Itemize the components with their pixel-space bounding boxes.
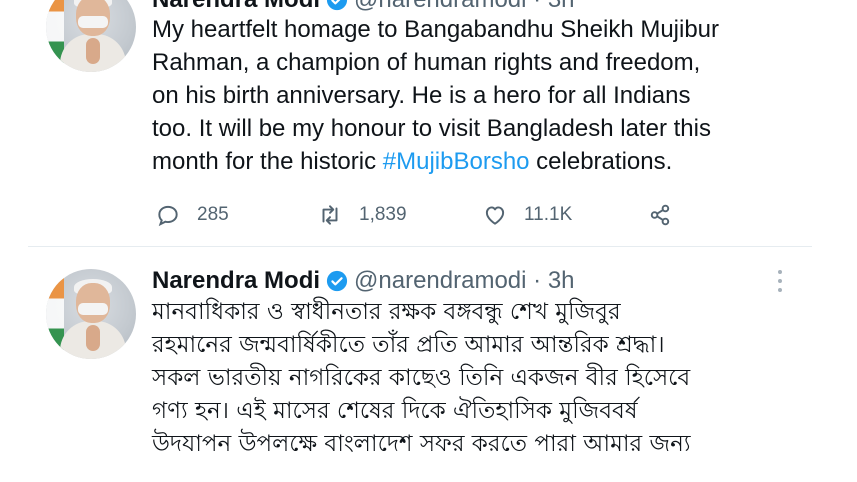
tweet-text-line: month for the historic #MujibBorsho cele… xyxy=(152,145,719,178)
tweet-text-line: সকল ভারতীয় নাগরিকের কাছেও তিনি একজন বীর… xyxy=(152,365,691,391)
verified-badge-icon xyxy=(326,0,348,11)
tweet-text-line: Rahman, a champion of human rights and f… xyxy=(152,49,701,76)
tweet-header: Narendra Modi @narendramodi · 3h xyxy=(152,0,575,14)
author-handle[interactable]: @narendramodi · 3h xyxy=(354,0,574,14)
share-button[interactable] xyxy=(647,202,689,228)
tweet-text-line: on his birth anniversary. He is a hero f… xyxy=(152,82,691,109)
tweet-text-line: too. It will be my honour to visit Bangl… xyxy=(152,115,711,142)
hashtag-link[interactable]: #MujibBorsho xyxy=(383,148,530,175)
like-icon xyxy=(485,206,505,225)
reply-button[interactable]: 285 xyxy=(155,202,229,228)
like-count: 11.1K xyxy=(524,204,573,225)
avatar[interactable] xyxy=(46,269,136,359)
author-handle[interactable]: @narendramodi · 3h xyxy=(354,267,574,295)
tweet-text-fragment: month for the historic xyxy=(152,148,383,175)
tweet-text-line: My heartfelt homage to Bangabandhu Sheik… xyxy=(152,16,720,43)
verified-badge-icon xyxy=(326,270,348,292)
more-options-icon[interactable] xyxy=(775,270,785,296)
tweet-2[interactable]: Narendra Modi @narendramodi · 3h মানবাধি… xyxy=(0,247,857,482)
retweet-icon xyxy=(322,205,338,225)
tweet-text: মানবাধিকার ও স্বাধীনতার রক্ষক বঙ্গবন্ধু … xyxy=(152,296,690,461)
share-icon xyxy=(650,204,670,226)
tweet-text: My heartfelt homage to Bangabandhu Sheik… xyxy=(152,13,719,178)
retweet-count: 1,839 xyxy=(359,204,407,225)
author-name[interactable]: Narendra Modi xyxy=(152,0,320,14)
like-button[interactable]: 11.1K xyxy=(482,202,572,228)
reply-count: 285 xyxy=(197,204,229,225)
author-name[interactable]: Narendra Modi xyxy=(152,267,320,295)
tweet-text-line: উদযাপন উপলক্ষে বাংলাদেশ সফর করতে পারা আম… xyxy=(152,431,691,457)
tweet-header: Narendra Modi @narendramodi · 3h xyxy=(152,267,575,295)
tweet-text-line: গণ্য হন। এই মাসের শেষের দিকে ঐতিহাসিক মু… xyxy=(152,398,638,424)
avatar[interactable] xyxy=(46,0,136,72)
reply-icon xyxy=(158,205,178,227)
tweet-text-line: রহমানের জন্মবার্ষিকীতে তাঁর প্রতি আমার আ… xyxy=(152,332,665,358)
retweet-button[interactable]: 1,839 xyxy=(317,202,407,228)
tweet-text-fragment: celebrations. xyxy=(529,148,673,175)
tweet-1[interactable]: Narendra Modi @narendramodi · 3h My hear… xyxy=(0,0,857,246)
tweet-text-line: মানবাধিকার ও স্বাধীনতার রক্ষক বঙ্গবন্ধু … xyxy=(152,299,621,325)
tweet-actions: 285 1,839 11.1K xyxy=(155,198,715,232)
